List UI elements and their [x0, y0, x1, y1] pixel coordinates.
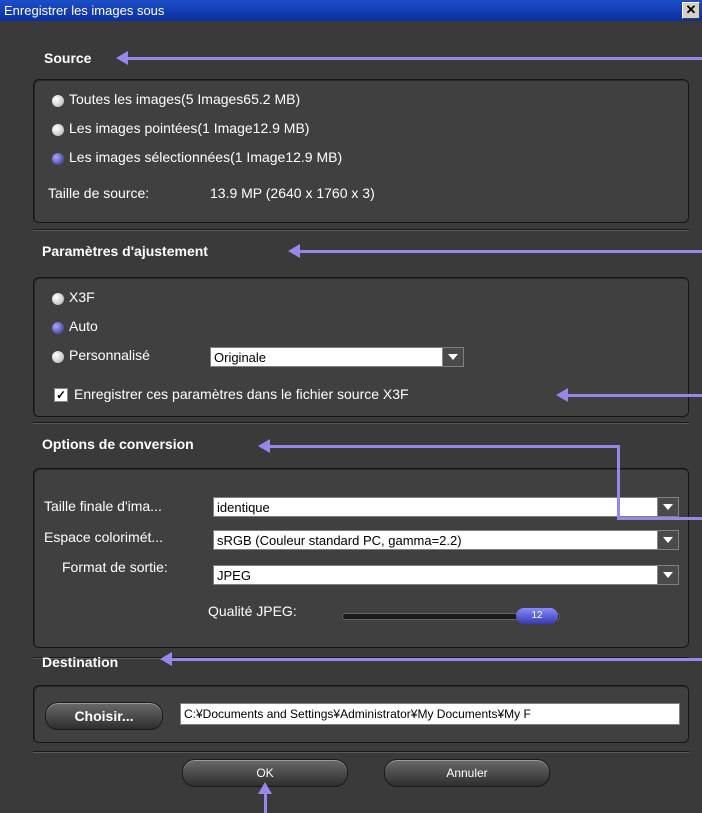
conversion-panel [33, 468, 689, 648]
radio-selected-images-label: Les images sélectionnées(1 Image12.9 MB) [69, 149, 343, 165]
chevron-down-icon[interactable] [657, 531, 678, 549]
final-size-label: Taille finale d'ima... [44, 498, 162, 514]
cancel-button[interactable]: Annuler [384, 759, 550, 787]
custom-settings-select[interactable]: Originale [210, 347, 464, 367]
arrow-left-icon [116, 51, 128, 65]
colorspace-value: sRGB (Couleur standard PC, gamma=2.2) [217, 533, 462, 548]
annotation-arrow [160, 652, 702, 666]
radio-custom[interactable] [52, 351, 64, 363]
source-size-label: Taille de source: [48, 185, 150, 201]
destination-section-title: Destination [42, 654, 119, 670]
annotation-line [617, 517, 702, 520]
annotation-line [264, 792, 267, 813]
final-size-value: identique [217, 500, 270, 515]
format-select[interactable]: JPEG [213, 565, 679, 585]
radio-x3f[interactable] [52, 293, 64, 305]
custom-settings-value: Originale [214, 350, 267, 365]
adjust-section-title: Paramètres d'ajustement [42, 243, 208, 259]
radio-selected-images[interactable] [52, 153, 64, 165]
save-settings-checkbox[interactable]: ✓ [54, 388, 68, 402]
format-value: JPEG [217, 568, 251, 583]
radio-auto[interactable] [52, 322, 64, 334]
destination-path-field[interactable]: C:¥Documents and Settings¥Administrator¥… [180, 703, 680, 725]
radio-pointed-images[interactable] [52, 124, 64, 136]
final-size-select[interactable]: identique [213, 497, 679, 517]
save-settings-label: Enregistrer ces paramètres dans le fichi… [74, 386, 409, 402]
radio-x3f-label: X3F [69, 289, 95, 305]
arrow-left-icon [556, 388, 568, 402]
close-button[interactable]: ✕ [682, 2, 700, 19]
annotation-arrow [116, 51, 702, 65]
title-bar: Enregistrer les images sous ✕ [0, 0, 702, 21]
divider [33, 422, 689, 424]
source-section-title: Source [44, 50, 92, 66]
chevron-down-icon[interactable] [442, 348, 463, 366]
radio-all-images-label: Toutes les images(5 Images65.2 MB) [69, 91, 301, 107]
radio-pointed-images-label: Les images pointées(1 Image12.9 MB) [69, 120, 310, 136]
divider [33, 229, 689, 231]
radio-auto-label: Auto [69, 318, 98, 334]
arrow-up-icon [258, 782, 272, 794]
format-label: Format de sortie: [62, 559, 168, 575]
chevron-down-icon[interactable] [657, 566, 678, 584]
arrow-left-icon [258, 439, 270, 453]
annotation-arrow [288, 244, 702, 258]
window-title: Enregistrer les images sous [4, 3, 165, 18]
divider [33, 751, 689, 753]
radio-all-images[interactable] [52, 95, 64, 107]
annotation-line [617, 445, 620, 520]
save-images-dialog: Enregistrer les images sous ✕ Source Tou… [0, 0, 702, 813]
conversion-section-title: Options de conversion [42, 436, 194, 452]
colorspace-label: Espace colorimét... [44, 529, 164, 545]
jpeg-quality-label: Qualité JPEG: [208, 603, 297, 619]
arrow-left-icon [288, 244, 300, 258]
dialog-body: Source Toutes les images(5 Images65.2 MB… [0, 21, 702, 813]
colorspace-select[interactable]: sRGB (Couleur standard PC, gamma=2.2) [213, 530, 679, 550]
arrow-left-icon [160, 652, 172, 666]
jpeg-quality-thumb[interactable]: 12 [516, 608, 558, 624]
chevron-down-icon[interactable] [657, 498, 678, 516]
annotation-arrow [556, 388, 702, 402]
radio-custom-label: Personnalisé [69, 347, 150, 363]
choose-button[interactable]: Choisir... [45, 702, 163, 730]
annotation-arrow [258, 439, 620, 453]
source-size-value: 13.9 MP (2640 x 1760 x 3) [210, 185, 375, 201]
